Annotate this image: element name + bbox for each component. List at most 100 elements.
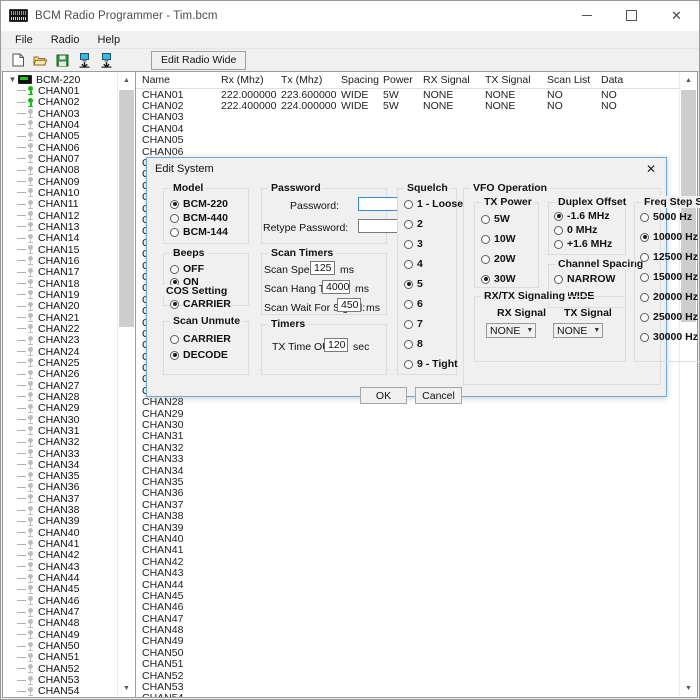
- tree-item-chan47[interactable]: CHAN47: [3, 606, 118, 617]
- tree-item-chan41[interactable]: CHAN41: [3, 538, 118, 549]
- tree-item-chan52[interactable]: CHAN52: [3, 663, 118, 674]
- tree-item-chan31[interactable]: CHAN31: [3, 425, 118, 436]
- table-row[interactable]: CHAN42: [136, 556, 680, 567]
- tree-item-chan06[interactable]: CHAN06: [3, 142, 118, 153]
- password-field[interactable]: [358, 197, 398, 211]
- tree-item-chan11[interactable]: CHAN11: [3, 199, 118, 210]
- tree-item-chan38[interactable]: CHAN38: [3, 504, 118, 515]
- tree-scroll-up-icon[interactable]: ▲: [118, 72, 135, 89]
- tree-item-chan12[interactable]: CHAN12: [3, 210, 118, 221]
- tree-item-chan45[interactable]: CHAN45: [3, 584, 118, 595]
- freq-step-option-4[interactable]: 20000 Hz: [640, 291, 698, 303]
- table-row[interactable]: CHAN37: [136, 499, 680, 510]
- tx-power-option-3[interactable]: 30W: [481, 273, 516, 285]
- table-row[interactable]: CHAN33: [136, 454, 680, 465]
- scan-unmute-option-0[interactable]: CARRIER: [170, 333, 231, 345]
- write-to-radio-icon[interactable]: [95, 50, 117, 70]
- edit-radio-wide-button[interactable]: Edit Radio Wide: [151, 51, 246, 70]
- tree-scroll-down-icon[interactable]: ▼: [118, 680, 135, 697]
- table-row[interactable]: CHAN43: [136, 567, 680, 578]
- tree-item-chan29[interactable]: CHAN29: [3, 403, 118, 414]
- tree-scroll-thumb[interactable]: [119, 90, 134, 327]
- table-row[interactable]: CHAN39: [136, 522, 680, 533]
- table-row[interactable]: CHAN50: [136, 647, 680, 658]
- tx-power-option-0[interactable]: 5W: [481, 213, 510, 225]
- table-row[interactable]: CHAN34: [136, 465, 680, 476]
- tree-item-chan48[interactable]: CHAN48: [3, 618, 118, 629]
- duplex-option-2[interactable]: +1.6 MHz: [554, 238, 612, 250]
- list-header-row[interactable]: NameRx (Mhz)Tx (Mhz)SpacingPowerRX Signa…: [136, 72, 680, 89]
- table-row[interactable]: CHAN54: [136, 693, 680, 697]
- table-row[interactable]: CHAN44: [136, 579, 680, 590]
- open-folder-icon[interactable]: [29, 50, 51, 70]
- menu-item-help[interactable]: Help: [89, 33, 128, 47]
- table-row[interactable]: CHAN31: [136, 431, 680, 442]
- cos-option-0[interactable]: CARRIER: [170, 298, 231, 310]
- save-disk-icon[interactable]: [51, 50, 73, 70]
- column-header-name[interactable]: Name: [136, 74, 221, 86]
- model-option-0[interactable]: BCM-220: [170, 198, 228, 210]
- squelch-option-4[interactable]: 5: [404, 278, 423, 290]
- tree-item-chan30[interactable]: CHAN30: [3, 414, 118, 425]
- tree-item-chan03[interactable]: CHAN03: [3, 108, 118, 119]
- tree-item-chan22[interactable]: CHAN22: [3, 323, 118, 334]
- tree-item-chan23[interactable]: CHAN23: [3, 335, 118, 346]
- squelch-option-2[interactable]: 3: [404, 238, 423, 250]
- rx-signal-select[interactable]: NONE ▼: [486, 323, 536, 338]
- tree-item-chan54[interactable]: CHAN54: [3, 686, 118, 697]
- tree-item-chan08[interactable]: CHAN08: [3, 165, 118, 176]
- table-row[interactable]: CHAN51: [136, 659, 680, 670]
- tree-item-chan49[interactable]: CHAN49: [3, 629, 118, 640]
- squelch-option-3[interactable]: 4: [404, 258, 423, 270]
- tree-item-chan20[interactable]: CHAN20: [3, 301, 118, 312]
- table-row[interactable]: CHAN28: [136, 397, 680, 408]
- tree-item-chan01[interactable]: CHAN01: [3, 85, 118, 96]
- tree-item-chan36[interactable]: CHAN36: [3, 482, 118, 493]
- table-row[interactable]: CHAN30: [136, 419, 680, 430]
- freq-step-option-0[interactable]: 5000 Hz: [640, 211, 692, 223]
- tree-item-chan21[interactable]: CHAN21: [3, 312, 118, 323]
- dialog-close-icon[interactable]: ✕: [636, 158, 666, 179]
- tree-item-chan15[interactable]: CHAN15: [3, 244, 118, 255]
- scan-hang-field[interactable]: 4000: [322, 280, 350, 294]
- tree-item-chan40[interactable]: CHAN40: [3, 527, 118, 538]
- duplex-option-1[interactable]: 0 MHz: [554, 224, 597, 236]
- tree-item-chan05[interactable]: CHAN05: [3, 131, 118, 142]
- table-row[interactable]: CHAN40: [136, 533, 680, 544]
- table-row[interactable]: CHAN29: [136, 408, 680, 419]
- column-header-rx-mhz[interactable]: Rx (Mhz): [221, 74, 281, 86]
- tree-item-chan33[interactable]: CHAN33: [3, 448, 118, 459]
- squelch-option-5[interactable]: 6: [404, 298, 423, 310]
- model-option-2[interactable]: BCM-144: [170, 226, 228, 238]
- maximize-icon[interactable]: [609, 1, 654, 30]
- column-header-scan-list[interactable]: Scan List: [547, 74, 601, 86]
- freq-step-option-6[interactable]: 30000 Hz: [640, 331, 698, 343]
- channel-tree[interactable]: ▼BCM-220CHAN01CHAN02CHAN03CHAN04CHAN05CH…: [3, 74, 118, 697]
- table-row[interactable]: CHAN47: [136, 613, 680, 624]
- tx-signal-select[interactable]: NONE ▼: [553, 323, 603, 338]
- table-row[interactable]: CHAN04: [136, 123, 680, 134]
- scan-speed-field[interactable]: 125: [310, 261, 335, 275]
- chevron-down-icon[interactable]: ▼: [7, 75, 18, 84]
- table-row[interactable]: CHAN36: [136, 488, 680, 499]
- tree-item-chan26[interactable]: CHAN26: [3, 369, 118, 380]
- column-header-power[interactable]: Power: [383, 74, 423, 86]
- beeps-option-0[interactable]: OFF: [170, 263, 204, 275]
- table-row[interactable]: CHAN46: [136, 602, 680, 613]
- table-row[interactable]: CHAN01222.000000223.600000WIDE5WNONENONE…: [136, 89, 680, 100]
- tree-item-chan25[interactable]: CHAN25: [3, 357, 118, 368]
- tree-item-chan02[interactable]: CHAN02: [3, 97, 118, 108]
- tx-power-option-1[interactable]: 10W: [481, 233, 516, 245]
- tree-item-chan43[interactable]: CHAN43: [3, 561, 118, 572]
- close-icon[interactable]: ✕: [654, 1, 699, 30]
- tree-item-chan28[interactable]: CHAN28: [3, 391, 118, 402]
- tree-vertical-scrollbar[interactable]: ▲ ▼: [117, 72, 135, 697]
- column-header-data[interactable]: Data: [601, 74, 651, 86]
- tree-item-chan10[interactable]: CHAN10: [3, 187, 118, 198]
- freq-step-option-5[interactable]: 25000 Hz: [640, 311, 698, 323]
- ok-button[interactable]: OK: [360, 387, 407, 404]
- tree-item-chan34[interactable]: CHAN34: [3, 459, 118, 470]
- tree-item-chan39[interactable]: CHAN39: [3, 516, 118, 527]
- tree-item-chan16[interactable]: CHAN16: [3, 255, 118, 266]
- table-row[interactable]: CHAN48: [136, 624, 680, 635]
